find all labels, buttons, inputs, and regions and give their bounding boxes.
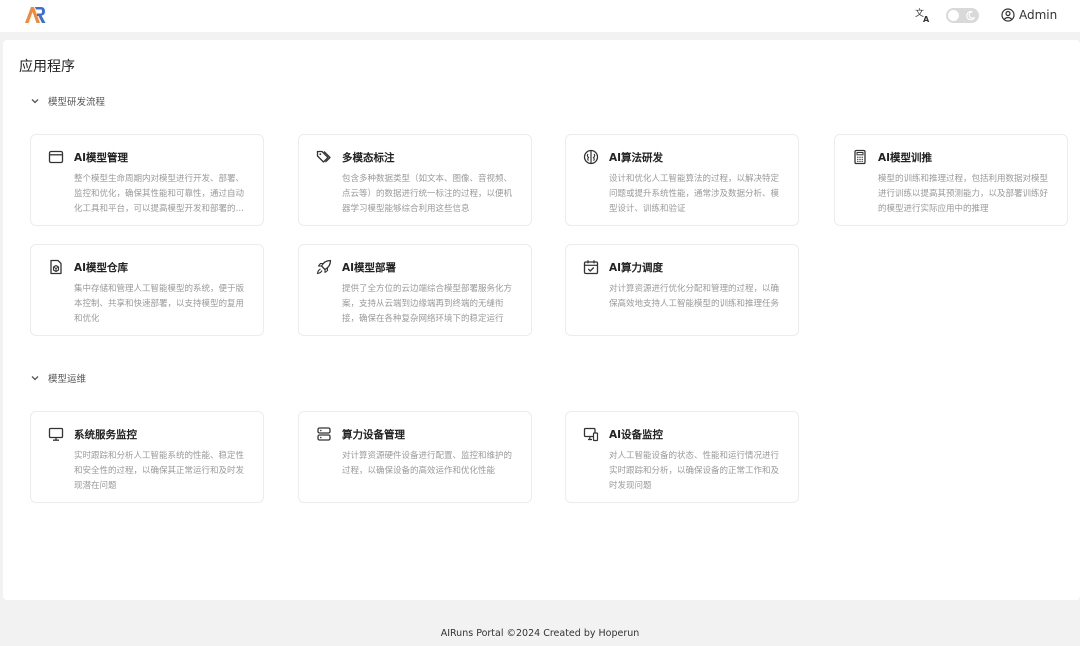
chevron-down-icon: [31, 99, 39, 104]
translate-icon[interactable]: 文 A: [914, 6, 932, 24]
moon-icon: [966, 11, 976, 21]
card-description: 模型的训练和推理过程，包括利用数据对模型进行训练以提高其预测能力，以及部署训练好…: [878, 174, 1049, 214]
card-title: AI设备监控: [609, 428, 664, 441]
server-icon: [317, 427, 331, 441]
app-card-model-management[interactable]: AI模型管理 整个模型生命周期内对模型进行开发、部署、监控和优化，确保其性能和可…: [30, 134, 264, 226]
card-title: AI模型管理: [74, 151, 129, 164]
app-card-model-repository[interactable]: AI模型仓库 集中存储和管理人工智能模型的系统，便于版本控制、共享和快速部署，以…: [30, 244, 264, 336]
card-title: 系统服务监控: [74, 428, 137, 441]
card-title: AI模型训推: [878, 151, 933, 164]
device-monitor-icon: [583, 427, 599, 442]
footer-copyright: AIRuns Portal ©2024 Created by Hoperun: [440, 628, 640, 639]
chevron-down-icon: [31, 376, 39, 381]
card-title: 多模态标注: [342, 151, 395, 164]
main-panel: 应用程序 模型研发流程 AI模型管理 整个模型生命周期内对模型进行开发、部署、监…: [3, 40, 1080, 600]
calculator-icon: [854, 149, 866, 165]
svg-text:A: A: [923, 15, 930, 24]
calendar-check-icon: [583, 260, 599, 275]
model-repo-icon: [50, 259, 62, 275]
theme-toggle[interactable]: [946, 8, 979, 23]
monitor-icon: [48, 427, 64, 441]
section-header-research[interactable]: 模型研发流程: [30, 94, 105, 108]
card-description: 对计算资源进行优化分配和管理的过程，以确保高效地支持人工智能模型的训练和推理任务: [609, 284, 780, 309]
app-card-system-monitoring[interactable]: 系统服务监控 实时跟踪和分析人工智能系统的性能、稳定性和安全性的过程，以确保其正…: [30, 411, 264, 503]
section-title: 模型研发流程: [48, 97, 106, 108]
user-name: Admin: [1019, 8, 1058, 22]
card-title: AI算法研发: [609, 151, 664, 164]
card-title: AI模型仓库: [74, 261, 129, 274]
app-card-multimodal-annotation[interactable]: 多模态标注 包含多种数据类型（如文本、图像、音视频、点云等）的数据进行统一标注的…: [298, 134, 532, 226]
card-description: 设计和优化人工智能算法的过程，以解决特定问题或提升系统性能，通常涉及数据分析、模…: [609, 174, 780, 214]
app-card-model-training[interactable]: AI模型训推 模型的训练和推理过程，包括利用数据对模型进行训练以提高其预测能力，…: [834, 134, 1068, 226]
app-logo[interactable]: [24, 5, 46, 25]
tags-icon: [316, 150, 331, 163]
app-card-ai-device-monitoring[interactable]: AI设备监控 对人工智能设备的状态、性能和运行情况进行实时跟踪和分析，以确保设备…: [565, 411, 799, 503]
card-description: 实时跟踪和分析人工智能系统的性能、稳定性和安全性的过程，以确保其正常运行和及时发…: [74, 451, 245, 491]
card-description: 包含多种数据类型（如文本、图像、音视频、点云等）的数据进行统一标注的过程，以便机…: [342, 174, 513, 214]
card-title: AI模型部署: [342, 261, 397, 274]
user-menu[interactable]: Admin: [1001, 6, 1057, 24]
card-description: 集中存储和管理人工智能模型的系统，便于版本控制、共享和快速部署，以支持模型的复用…: [74, 284, 245, 324]
card-description: 对人工智能设备的状态、性能和运行情况进行实时跟踪和分析，以确保设备的正常工作和及…: [609, 451, 780, 491]
rocket-icon: [316, 259, 332, 275]
brain-icon: [583, 149, 599, 165]
card-description: 整个模型生命周期内对模型进行开发、部署、监控和优化，确保其性能和可靠性，通过自动…: [74, 174, 245, 214]
card-title: 算力设备管理: [342, 428, 405, 441]
card-title: AI算力调度: [609, 261, 664, 274]
card-description: 提供了全方位的云边端综合模型部署服务化方案，支持从云端到边缘端再到终端的无缝衔接…: [342, 284, 513, 324]
browser-window-icon: [48, 150, 64, 164]
app-card-compute-scheduling[interactable]: AI算力调度 对计算资源进行优化分配和管理的过程，以确保高效地支持人工智能模型的…: [565, 244, 799, 336]
section-header-operations[interactable]: 模型运维: [30, 371, 86, 385]
section-title: 模型运维: [48, 374, 87, 385]
toggle-knob: [948, 10, 959, 21]
top-bar: 文 A Admin: [0, 0, 1080, 32]
page-title: 应用程序: [19, 59, 75, 75]
app-card-compute-device-management[interactable]: 算力设备管理 对计算资源硬件设备进行配置、监控和维护的过程，以确保设备的高效运作…: [298, 411, 532, 503]
user-circle-icon: [1001, 8, 1015, 22]
app-card-model-deployment[interactable]: AI模型部署 提供了全方位的云边端综合模型部署服务化方案，支持从云端到边缘端再到…: [298, 244, 532, 336]
card-description: 对计算资源硬件设备进行配置、监控和维护的过程，以确保设备的高效运作和优化性能: [342, 451, 513, 476]
app-card-algorithm-research[interactable]: AI算法研发 设计和优化人工智能算法的过程，以解决特定问题或提升系统性能，通常涉…: [565, 134, 799, 226]
